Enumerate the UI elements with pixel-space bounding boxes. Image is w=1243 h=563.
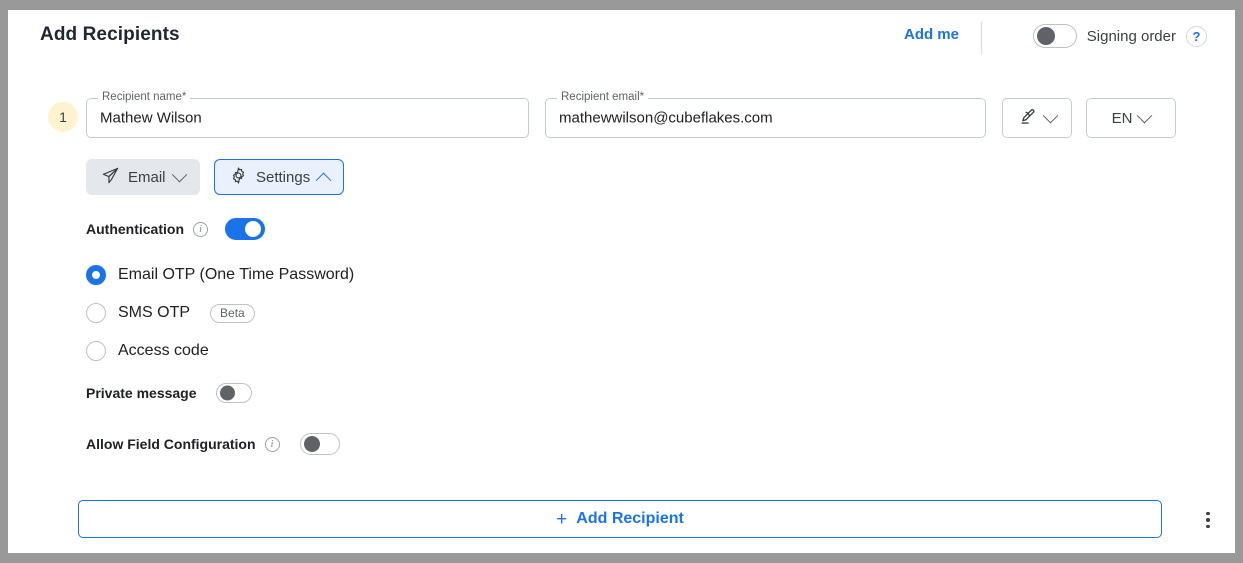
private-message-label: Private message (86, 385, 197, 401)
signing-order-group: Signing order ? (1032, 24, 1207, 48)
recipient-email-value: mathewwilson@cubeflakes.com (559, 109, 773, 127)
signing-order-label: Signing order (1086, 27, 1176, 45)
radio-indicator (86, 341, 106, 361)
delivery-method-button[interactable]: Email (86, 159, 200, 195)
help-icon[interactable]: ? (1186, 25, 1207, 47)
paper-plane-icon (101, 166, 120, 189)
app-window: Add Recipients Add me Signing order ? 1 … (0, 0, 1243, 563)
beta-badge: Beta (210, 303, 255, 323)
radio-indicator (86, 303, 106, 323)
recipient-number-badge: 1 (48, 102, 78, 132)
chevron-up-icon (315, 172, 332, 188)
recipient-name-field[interactable]: Recipient name* Mathew Wilson (86, 91, 529, 138)
radio-label: Access code (118, 342, 209, 359)
chevron-down-icon (1042, 107, 1059, 123)
radio-label: Email OTP (One Time Password) (118, 266, 355, 283)
authentication-row: Authentication i (86, 218, 265, 240)
radio-label: SMS OTP (118, 304, 191, 321)
language-value: EN (1111, 109, 1133, 127)
chevron-down-icon (171, 166, 187, 182)
add-me-link[interactable]: Add me (904, 26, 959, 43)
gear-icon (229, 166, 248, 189)
toggle-knob (1036, 27, 1055, 45)
signature-pen-icon (1018, 106, 1038, 131)
settings-label: Settings (256, 168, 311, 186)
recipient-email-label: Recipient email* (557, 91, 649, 103)
toggle-knob (303, 436, 320, 452)
recipient-email-field[interactable]: Recipient email* mathewwilson@cubeflakes… (545, 91, 986, 138)
private-message-toggle[interactable] (215, 383, 252, 403)
allow-field-configuration-toggle[interactable] (299, 433, 340, 455)
kebab-dot (1206, 518, 1210, 522)
signing-order-toggle[interactable] (1032, 24, 1077, 48)
radio-option-sms-otp[interactable]: SMS OTP Beta (86, 294, 354, 332)
add-recipients-card: Add Recipients Add me Signing order ? 1 … (8, 10, 1235, 553)
allow-field-configuration-row: Allow Field Configuration i (86, 433, 340, 455)
radio-option-email-otp[interactable]: Email OTP (One Time Password) (86, 256, 354, 294)
kebab-menu-icon[interactable] (1196, 508, 1220, 532)
add-recipient-button[interactable]: + Add Recipient (78, 500, 1162, 538)
radio-option-access-code[interactable]: Access code (86, 332, 354, 370)
toggle-knob (219, 385, 235, 401)
info-icon[interactable]: i (193, 221, 208, 237)
info-icon[interactable]: i (264, 436, 280, 452)
delivery-method-label: Email (128, 168, 166, 186)
allow-field-configuration-label: Allow Field Configuration (86, 436, 256, 452)
authentication-options: Email OTP (One Time Password) SMS OTP Be… (86, 256, 354, 370)
kebab-dot (1206, 511, 1210, 516)
card-header: Add Recipients Add me Signing order ? (8, 10, 1235, 72)
plus-icon: + (556, 508, 568, 530)
kebab-dot (1206, 524, 1210, 529)
recipient-name-label: Recipient name* (98, 91, 191, 103)
add-recipient-label: Add Recipient (576, 510, 684, 527)
toggle-knob (245, 221, 261, 237)
page-title: Add Recipients (40, 24, 180, 45)
recipient-name-value: Mathew Wilson (100, 109, 202, 127)
radio-indicator (86, 265, 106, 285)
settings-button[interactable]: Settings (214, 159, 345, 195)
header-divider (981, 22, 982, 54)
signature-type-select[interactable] (1002, 98, 1072, 138)
authentication-label: Authentication (86, 221, 184, 237)
private-message-row: Private message (86, 383, 252, 403)
authentication-toggle[interactable] (225, 218, 265, 240)
chevron-down-icon (1137, 107, 1153, 123)
language-select[interactable]: EN (1086, 98, 1176, 138)
